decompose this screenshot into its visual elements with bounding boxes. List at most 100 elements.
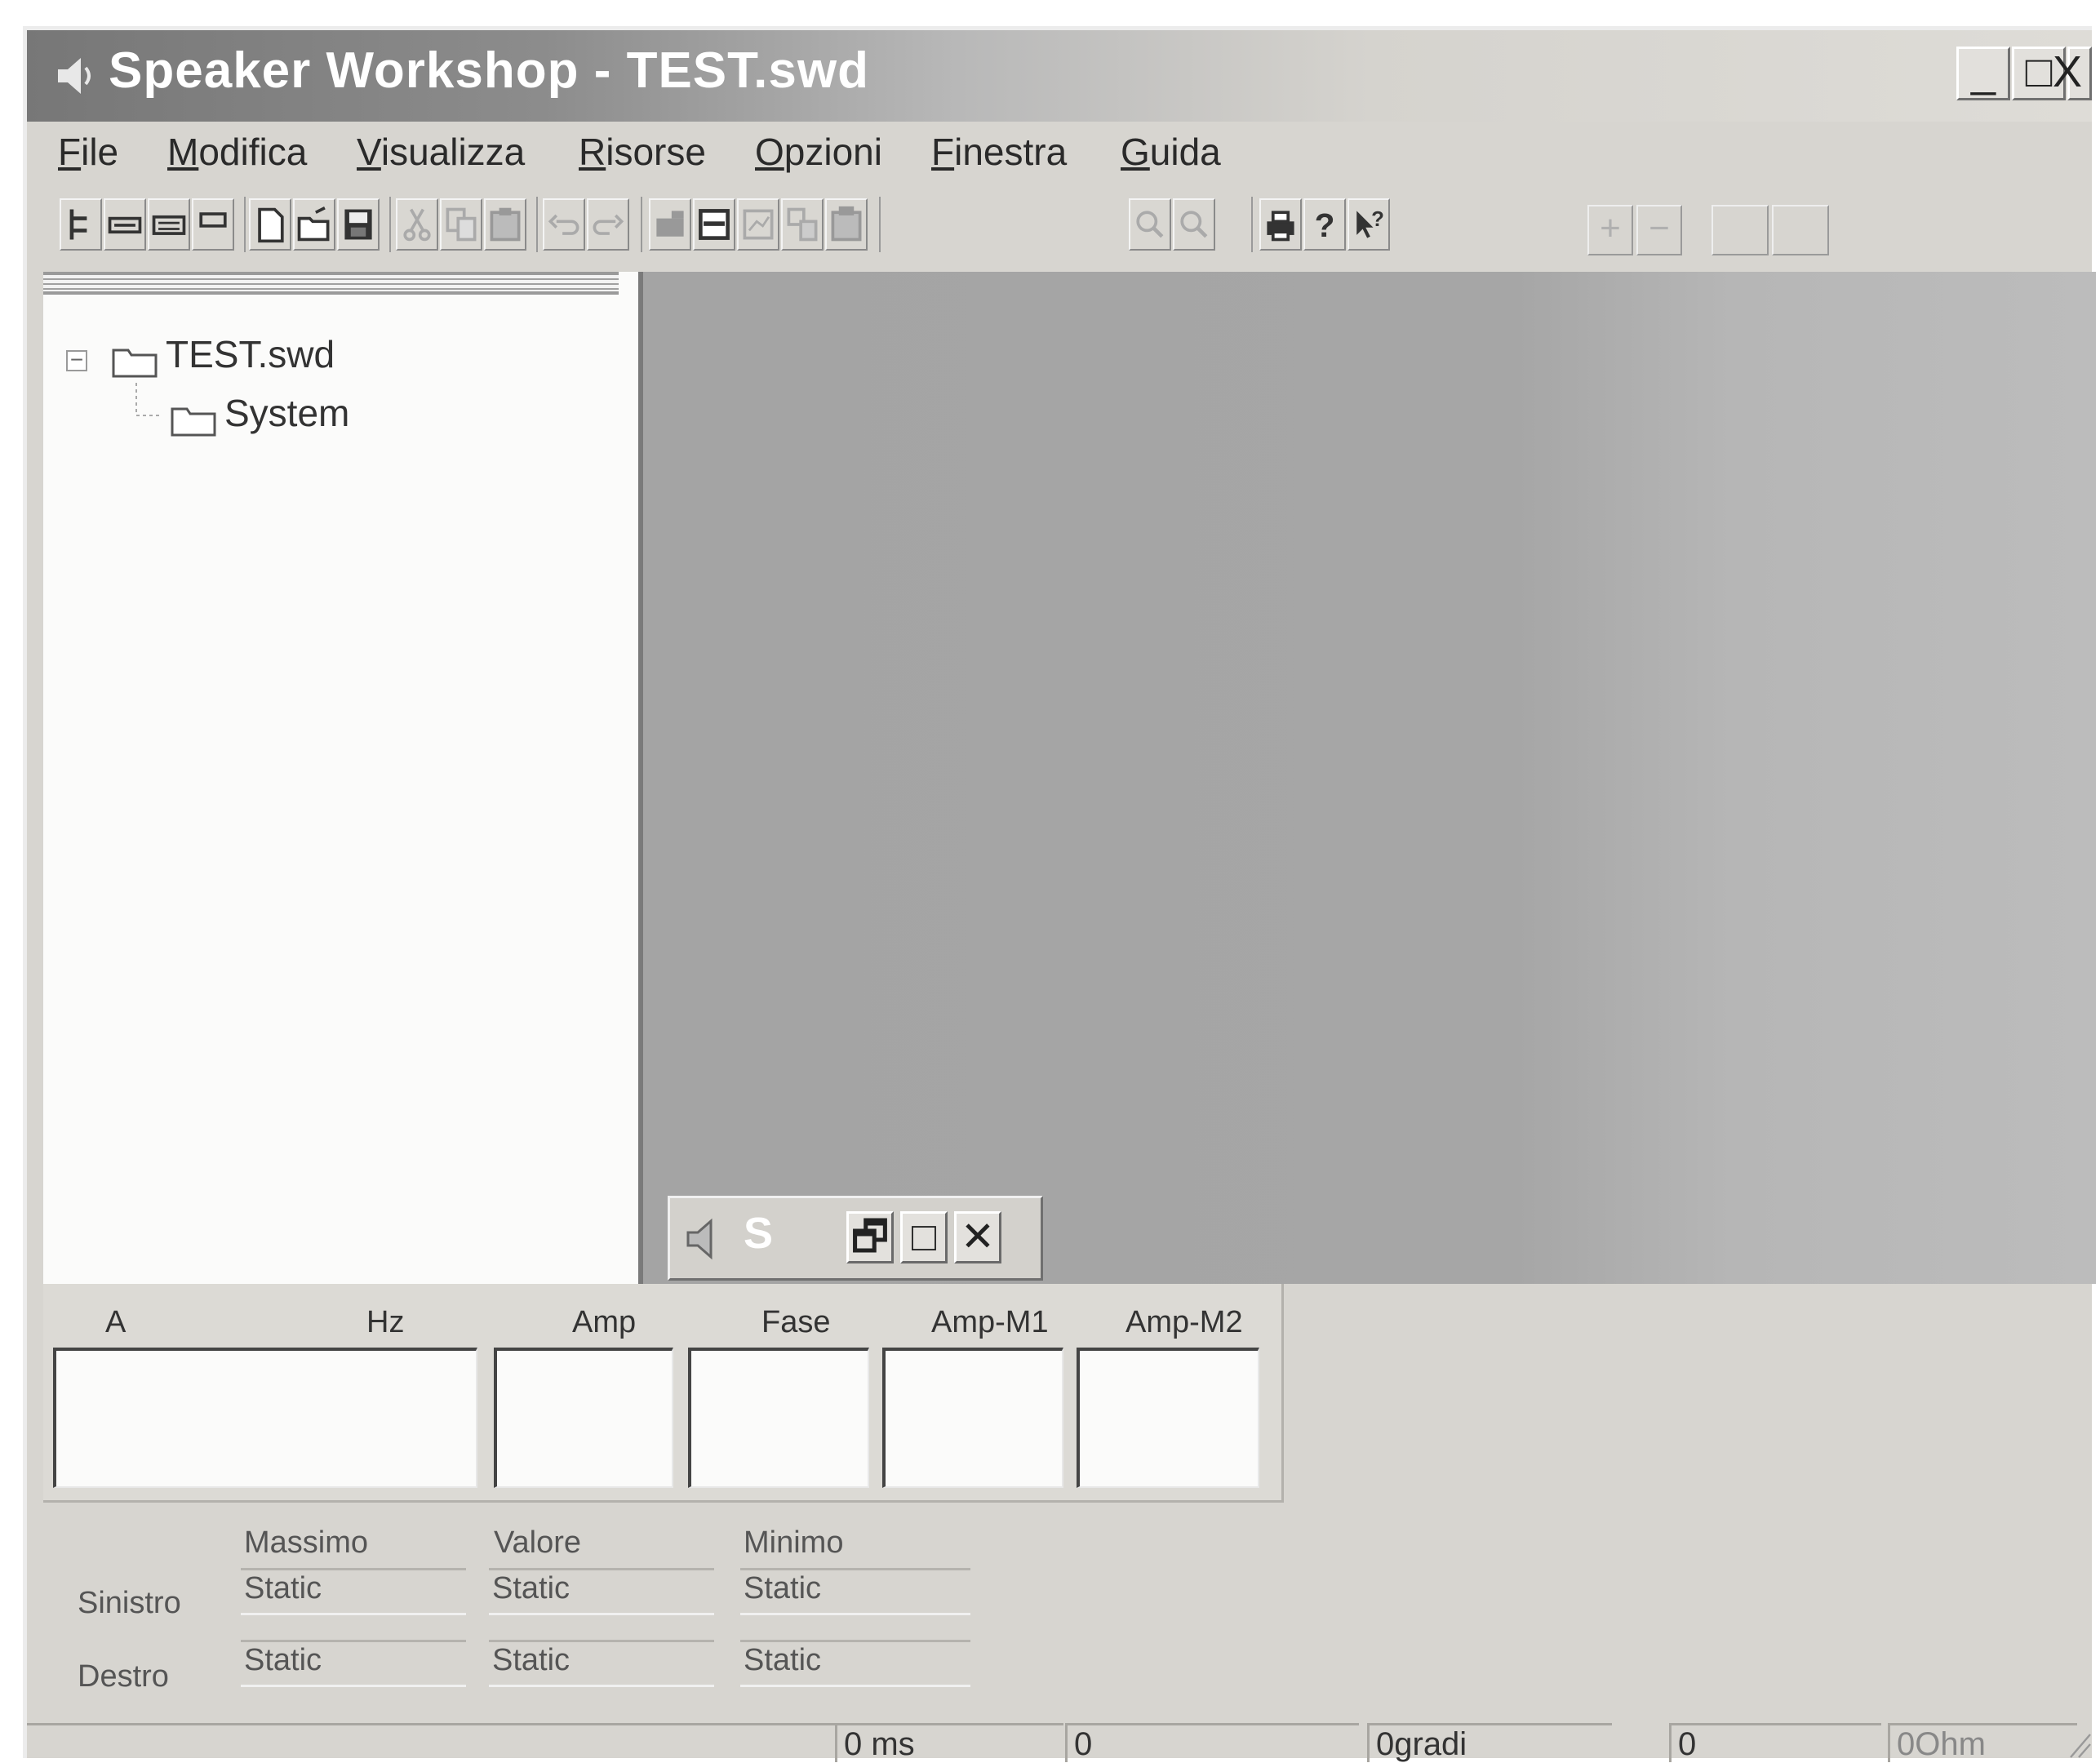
blank-button-2[interactable]: [1772, 205, 1829, 255]
zoom-in-button[interactable]: [1129, 198, 1171, 251]
folder-icon: [171, 407, 216, 437]
status-count: 0: [1669, 1723, 1881, 1762]
status-value: 0: [1065, 1723, 1359, 1762]
window-title: Speaker Workshop - TEST.swd: [109, 42, 869, 99]
redo-button[interactable]: [587, 198, 629, 251]
zoom-out-button[interactable]: [1173, 198, 1215, 251]
minimize-button[interactable]: _: [1956, 47, 2010, 100]
column-header-amp-m1: Amp-M1: [931, 1305, 1049, 1339]
destro-valore: Static: [489, 1640, 714, 1687]
properties-button[interactable]: [649, 198, 691, 251]
blank-button-1[interactable]: [1712, 205, 1769, 255]
tree-view-icon: [69, 209, 87, 240]
save-button[interactable]: [337, 198, 380, 251]
tree-item-system[interactable]: System: [224, 391, 349, 435]
redo-icon: [593, 214, 624, 235]
speaker-icon: [58, 58, 91, 94]
sinistro-massimo: Static: [241, 1568, 466, 1615]
new-file-icon: [258, 207, 284, 243]
tree-pane[interactable]: − TEST.swd System: [43, 272, 643, 1333]
column-header-hz: Hz: [366, 1305, 405, 1339]
dataset-button[interactable]: [693, 198, 735, 251]
open-button[interactable]: [293, 198, 335, 251]
tree-view-button[interactable]: [60, 198, 102, 251]
toolbar-separator: [879, 197, 881, 252]
driver-icon: [831, 206, 862, 242]
cut-button[interactable]: [396, 198, 438, 251]
grid-view-button[interactable]: [148, 198, 190, 251]
folder-icon: [112, 349, 158, 378]
menu-finestra[interactable]: Finestra: [931, 130, 1067, 174]
levels-panel: Massimo Valore Minimo Sinistro Static St…: [43, 1503, 1006, 1723]
menu-bar: File Modifica Visualizza Risorse Opzioni…: [27, 122, 2092, 190]
print-icon: [1267, 211, 1294, 242]
properties-icon: [656, 211, 684, 237]
status-time: 0 ms: [835, 1723, 1063, 1762]
size-grip-icon[interactable]: [2067, 1728, 2092, 1761]
list-view-button[interactable]: [104, 198, 146, 251]
menu-guida[interactable]: Guida: [1121, 130, 1221, 174]
close-child-button[interactable]: ✕: [954, 1211, 1001, 1263]
undo-button[interactable]: [543, 198, 585, 251]
menu-file[interactable]: File: [58, 130, 118, 174]
status-bar: 0 ms 0 0gradi 0 0Ohm: [27, 1723, 2092, 1762]
chart-icon: [743, 209, 774, 240]
chart-button[interactable]: [737, 198, 779, 251]
status-phase: 0gradi: [1367, 1723, 1612, 1762]
menu-opzioni[interactable]: Opzioni: [755, 130, 882, 174]
network-icon: [787, 207, 818, 242]
sinistro-valore: Static: [489, 1568, 714, 1615]
help-icon: ?: [1315, 206, 1335, 244]
amp-m1-list[interactable]: [882, 1348, 1063, 1488]
paste-icon: [490, 207, 521, 242]
menu-risorse[interactable]: Risorse: [579, 130, 706, 174]
column-header-a: A: [105, 1305, 127, 1339]
list-view-icon: [108, 216, 142, 234]
paste-button[interactable]: [484, 198, 526, 251]
column-header-fase: Fase: [761, 1305, 831, 1339]
header-minimo: Minimo: [744, 1525, 844, 1560]
open-folder-icon: [297, 206, 330, 242]
tree-item-test-swd[interactable]: TEST.swd: [166, 332, 335, 376]
amp-list[interactable]: [494, 1348, 673, 1488]
context-help-button[interactable]: ?: [1347, 198, 1390, 251]
fase-list[interactable]: [688, 1348, 869, 1488]
data-panel: A Hz Amp Fase Amp-M1 Amp-M2: [43, 1284, 1284, 1503]
save-disk-icon: [344, 209, 372, 240]
tree-collapse-toggle[interactable]: −: [66, 349, 87, 371]
speaker-icon: [686, 1218, 713, 1260]
small-view-icon: [199, 212, 227, 228]
header-massimo: Massimo: [244, 1525, 369, 1560]
new-file-button[interactable]: [249, 198, 291, 251]
minimized-child-window[interactable]: S 🗗 □ ✕: [668, 1196, 1043, 1281]
small-view-button[interactable]: [192, 198, 234, 251]
mdi-client-area[interactable]: S 🗗 □ ✕: [643, 272, 2096, 1284]
network-button[interactable]: [781, 198, 824, 251]
toolbar-separator: [536, 197, 538, 252]
print-button[interactable]: [1259, 198, 1302, 251]
maximize-child-button[interactable]: □: [900, 1211, 948, 1263]
minus-button[interactable]: −: [1636, 205, 1682, 255]
toolbar-separator: [1251, 197, 1253, 252]
svg-text:?: ?: [1315, 206, 1335, 244]
grid-view-icon: [152, 215, 186, 235]
destro-minimo: Static: [740, 1640, 970, 1687]
driver-button[interactable]: [825, 198, 868, 251]
close-icon[interactable]: X: [2053, 47, 2082, 97]
menu-visualizza[interactable]: Visualizza: [357, 130, 525, 174]
zoom-in-icon: [1136, 211, 1164, 238]
restore-button[interactable]: 🗗: [846, 1211, 894, 1263]
copy-icon: [446, 207, 477, 242]
plus-button[interactable]: +: [1587, 205, 1633, 255]
header-valore: Valore: [494, 1525, 582, 1560]
svg-text:?: ?: [1371, 208, 1384, 231]
minimized-window-title: S: [744, 1209, 774, 1258]
pane-gripper[interactable]: [43, 272, 619, 295]
menu-modifica[interactable]: Modifica: [167, 130, 307, 174]
title-bar[interactable]: Speaker Workshop - TEST.swd _ □ X: [27, 30, 2092, 122]
help-button[interactable]: ?: [1303, 198, 1346, 251]
context-help-icon: ?: [1356, 208, 1384, 238]
amp-m2-list[interactable]: [1077, 1348, 1259, 1488]
frequency-list[interactable]: [53, 1348, 477, 1488]
copy-button[interactable]: [440, 198, 482, 251]
